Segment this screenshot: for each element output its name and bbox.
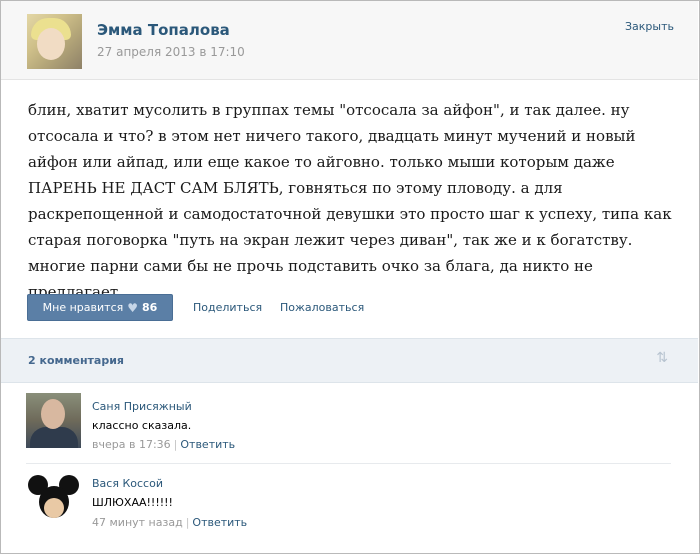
comment-text: классно сказала. <box>92 419 192 432</box>
comments-count[interactable]: 2 комментария <box>28 354 124 367</box>
comment-meta: 47 минут назад | Ответить <box>92 516 247 529</box>
post-body: блин, хватит мусолить в группах темы "от… <box>28 101 672 301</box>
avatar-body <box>30 427 78 448</box>
commenter-name[interactable]: Саня Присяжный <box>92 400 192 413</box>
reply-link[interactable]: Ответить <box>180 438 235 451</box>
commenter-name[interactable]: Вася Коссой <box>92 477 163 490</box>
comment-text: ШЛЮХАА!!!!!! <box>92 496 173 509</box>
like-button[interactable]: Мне нравится ♥ 86 <box>27 294 173 321</box>
comment-item: Вася Коссой ШЛЮХАА!!!!!! 47 минут назад |… <box>1 471 698 535</box>
comment-item: Саня Присяжный классно сказала. вчера в … <box>1 393 698 457</box>
comment-time[interactable]: вчера в 17:36 <box>92 438 171 451</box>
avatar-face <box>37 28 65 60</box>
meta-separator: | <box>185 516 190 529</box>
like-count: 86 <box>142 301 158 314</box>
share-link[interactable]: Поделиться <box>193 301 262 314</box>
commenter-avatar[interactable] <box>26 471 81 526</box>
post-header: Эмма Топалова 27 апреля 2013 в 17:10 Зак… <box>1 1 698 80</box>
comment-meta: вчера в 17:36 | Ответить <box>92 438 235 451</box>
complain-link[interactable]: Пожаловаться <box>280 301 364 314</box>
comment-time[interactable]: 47 минут назад <box>92 516 183 529</box>
sort-arrows-icon[interactable]: ⇅ <box>656 350 668 366</box>
like-label: Мне нравится <box>42 301 124 314</box>
avatar-face <box>44 498 64 518</box>
reply-link[interactable]: Ответить <box>192 516 247 529</box>
avatar-head <box>41 399 65 429</box>
comments-header[interactable]: 2 комментария ⇅ <box>1 338 698 383</box>
author-avatar[interactable] <box>27 14 82 69</box>
comment-divider <box>26 463 671 464</box>
author-name[interactable]: Эмма Топалова <box>97 21 230 39</box>
commenter-avatar[interactable] <box>26 393 81 448</box>
close-button[interactable]: Закрыть <box>625 20 674 33</box>
heart-icon: ♥ <box>127 300 139 315</box>
post-date[interactable]: 27 апреля 2013 в 17:10 <box>97 45 245 59</box>
meta-separator: | <box>173 438 178 451</box>
